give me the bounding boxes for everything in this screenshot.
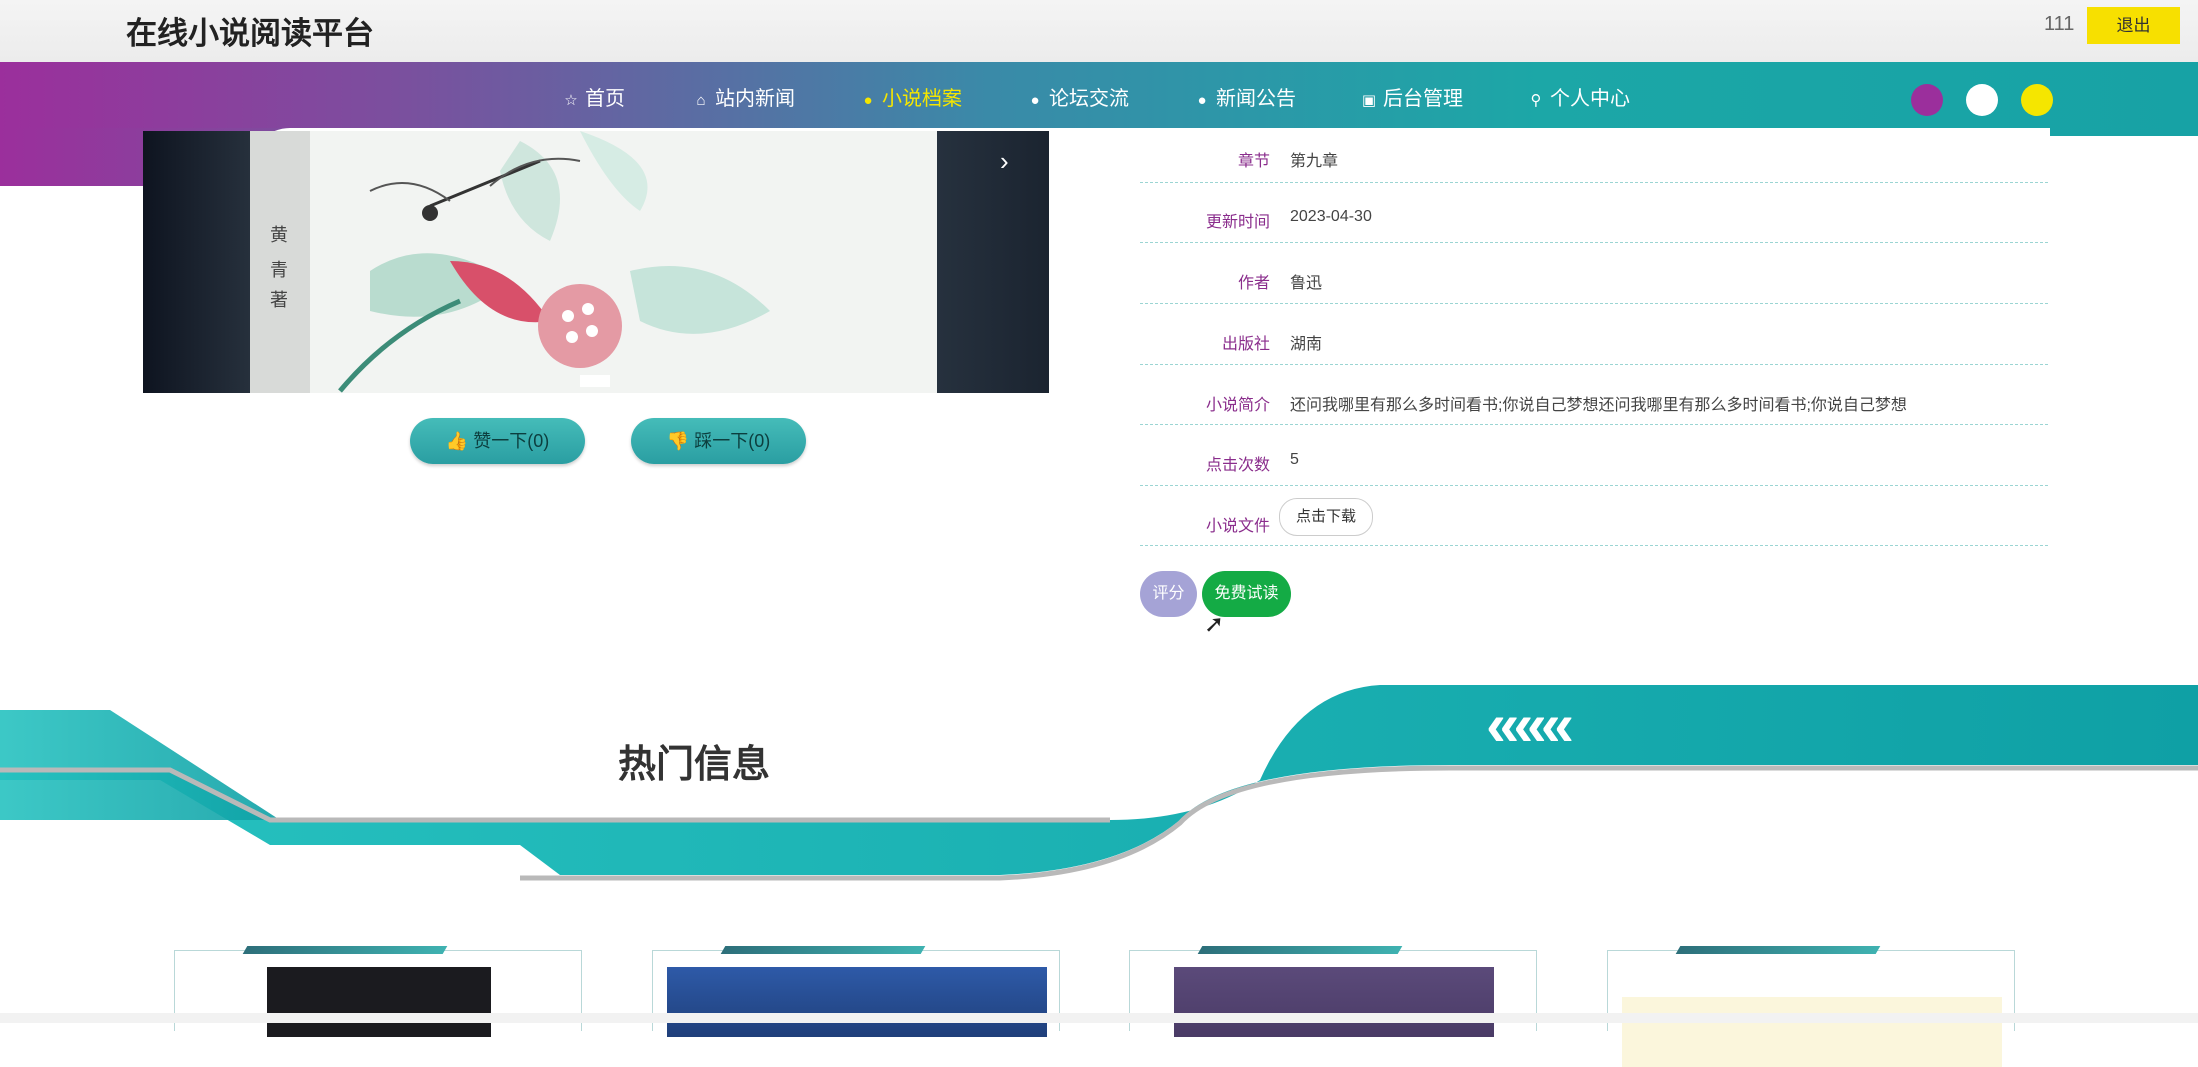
thumbs-up-icon: 👍 <box>445 431 469 451</box>
detail-value: 湖南 <box>1290 336 1323 353</box>
cover-image-slider[interactable]: 黄 青 著 <box>143 131 1049 393</box>
detail-value: 还问我哪里有那么多时间看书;你说自己梦想还问我哪里有那么多时间看书;你说自己梦想 <box>1290 397 1907 414</box>
bag-icon: ⌂ <box>696 92 706 109</box>
dislike-button[interactable]: 👎 踩一下(0) <box>631 418 806 464</box>
box-icon: ▣ <box>1361 92 1377 109</box>
dislike-label: 踩一下(0) <box>694 431 771 451</box>
slider-pagination-dot[interactable] <box>580 375 610 387</box>
card-cover-image <box>667 967 1047 1037</box>
user-icon: ⚲ <box>1530 92 1542 109</box>
theme-purple-dot[interactable] <box>1911 84 1943 116</box>
nav-item-home[interactable]: ☆ 首页 <box>561 84 625 114</box>
theme-white-dot[interactable] <box>1966 84 1998 116</box>
nav-item-announcements[interactable]: ● 新闻公告 <box>1192 84 1296 114</box>
cover-author-vertical: 黄 <box>270 225 288 246</box>
svg-text:著: 著 <box>270 290 288 311</box>
detail-label: 小说文件 <box>1205 518 1270 535</box>
book-cover-image: 黄 青 著 <box>250 131 937 393</box>
nav-item-site-news[interactable]: ⌂ 站内新闻 <box>691 84 795 114</box>
detail-label: 小说简介 <box>1205 397 1270 414</box>
thumbs-down-icon: 👎 <box>666 431 690 451</box>
detail-row-author: 作者 鲁迅 <box>1140 243 2048 304</box>
nav-label: 首页 <box>585 88 625 110</box>
nav-item-admin[interactable]: ▣ 后台管理 <box>1359 84 1463 114</box>
info-icon: ● <box>863 92 873 109</box>
card-tab-decoration <box>1197 946 1403 954</box>
detail-label: 章节 <box>1237 153 1270 170</box>
like-label: 赞一下(0) <box>473 431 550 451</box>
detail-label: 点击次数 <box>1205 457 1270 474</box>
detail-row-updated: 更新时间 2023-04-30 <box>1140 182 2048 243</box>
chevron-left-icon[interactable]: ««« <box>1486 690 1574 759</box>
slide-left-background <box>143 131 250 393</box>
nav-label: 后台管理 <box>1383 88 1463 110</box>
card-cover-image <box>1622 997 2002 1067</box>
detail-label: 出版社 <box>1221 336 1270 353</box>
detail-value: 第九章 <box>1290 153 1339 170</box>
detail-row-publisher: 出版社 湖南 <box>1140 304 2048 365</box>
star-icon: ☆ <box>564 92 578 109</box>
like-button[interactable]: 👍 赞一下(0) <box>410 418 585 464</box>
bottom-scroll-edge <box>0 1013 2198 1023</box>
nav-label: 个人中心 <box>1550 88 1630 110</box>
question-icon: ● <box>1030 92 1040 109</box>
download-button[interactable]: 点击下载 <box>1279 498 1373 536</box>
nav-item-forum[interactable]: ● 论坛交流 <box>1025 84 1129 114</box>
nav-label: 论坛交流 <box>1049 88 1129 110</box>
logout-button[interactable]: 退出 <box>2087 7 2180 44</box>
mouse-cursor-icon: ➚ <box>1204 611 1225 638</box>
alert-icon: ● <box>1197 92 1207 109</box>
nav-item-profile[interactable]: ⚲ 个人中心 <box>1526 84 1631 114</box>
card-cover-image <box>267 967 491 1037</box>
detail-row-synopsis: 小说简介 还问我哪里有那么多时间看书;你说自己梦想还问我哪里有那么多时间看书;你… <box>1140 364 2048 425</box>
nav-label: 新闻公告 <box>1216 88 1296 110</box>
card-cover-image <box>1174 967 1494 1037</box>
hot-section-title: 热门信息 <box>618 744 771 786</box>
detail-value: 5 <box>1290 451 1299 468</box>
slider-next-arrow-icon[interactable]: › <box>1000 146 1009 177</box>
hot-section-banner <box>0 685 2198 881</box>
svg-text:青: 青 <box>270 260 288 281</box>
slide-right-background <box>937 131 1049 393</box>
detail-row-clicks: 点击次数 5 <box>1140 425 2048 486</box>
detail-value: 鲁迅 <box>1290 275 1323 292</box>
nav-item-novel-archive[interactable]: ● 小说档案 <box>858 84 962 114</box>
detail-label: 更新时间 <box>1205 214 1270 231</box>
theme-yellow-dot[interactable] <box>2021 84 2053 116</box>
detail-value: 2023-04-30 <box>1290 208 1372 225</box>
card-tab-decoration <box>242 946 448 954</box>
username[interactable]: 111 <box>2044 13 2074 36</box>
lotus-dragonfly-illustration: 黄 青 著 <box>250 131 770 393</box>
detail-row-file: 小说文件 <box>1140 485 2048 546</box>
site-title: 在线小说阅读平台 <box>126 16 374 51</box>
detail-label: 作者 <box>1237 275 1270 292</box>
nav-label: 站内新闻 <box>715 88 795 110</box>
rate-button[interactable]: 评分 <box>1140 571 1197 617</box>
nav-label: 小说档案 <box>882 88 962 110</box>
detail-row-chapter: 章节 第九章 <box>1140 122 2048 183</box>
card-tab-decoration <box>1675 946 1881 954</box>
card-tab-decoration <box>720 946 926 954</box>
